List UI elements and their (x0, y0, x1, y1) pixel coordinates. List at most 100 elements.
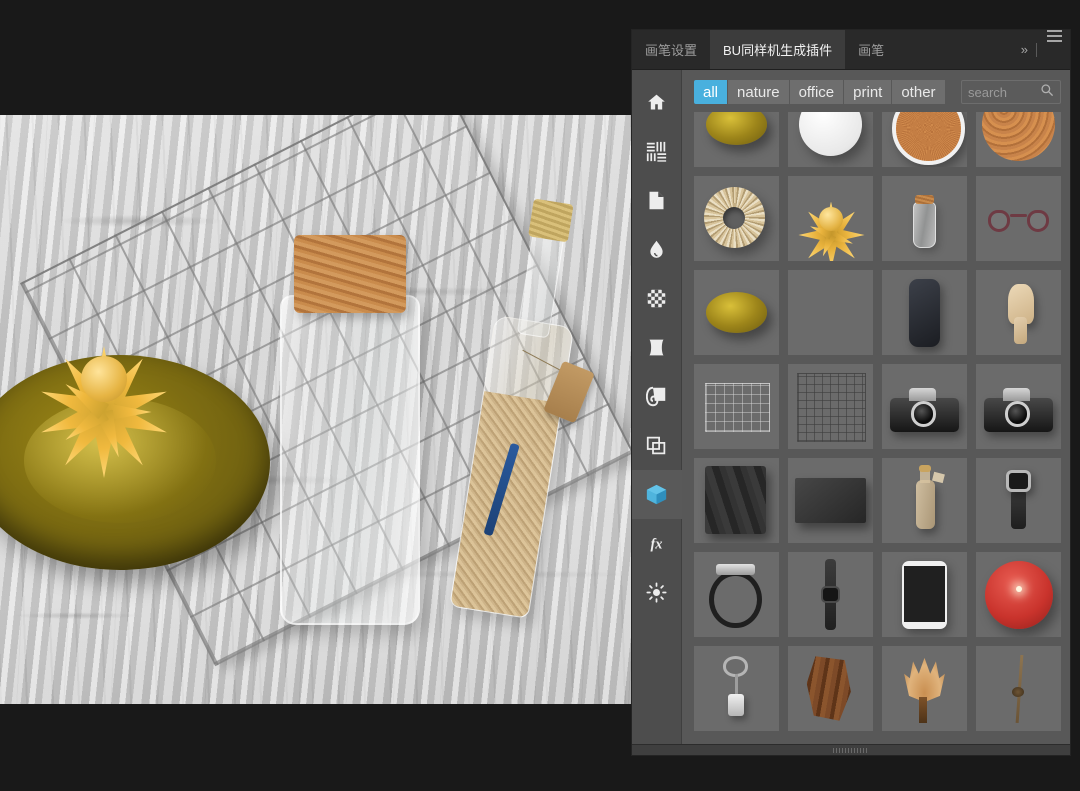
rail-item-patterns[interactable] (632, 127, 682, 176)
mockup-thumb-wooden-hand-model[interactable] (976, 270, 1061, 355)
rail-item-layers[interactable] (632, 421, 682, 470)
mockup-thumb-black-smartphone[interactable] (882, 270, 967, 355)
rail-item-fabric[interactable] (632, 323, 682, 372)
category-rail: fx (631, 70, 682, 744)
droplet-icon (646, 239, 667, 260)
mockup-thumb-smartwatch-b[interactable] (788, 552, 873, 637)
mockup-thumb-wire-grid-light[interactable] (694, 364, 779, 449)
mockup-thumb-white-smartphone[interactable] (788, 270, 873, 355)
mockup-thumb-film-camera-a[interactable] (882, 364, 967, 449)
glass-jar-cork-thumbnail-art (882, 176, 967, 261)
filter-chip-print[interactable]: print (844, 80, 893, 104)
panel-content: all nature office print other (682, 70, 1070, 744)
wire-grid-light-thumbnail-art (694, 364, 779, 449)
search-icon (1040, 83, 1054, 102)
rail-item-home[interactable] (632, 78, 682, 127)
pattern-stripes-icon (646, 141, 667, 162)
mockup-thumb-slate-board[interactable] (788, 458, 873, 543)
rail-item-liquid[interactable] (632, 225, 682, 274)
wooden-hand-model-thumbnail-art (976, 270, 1061, 355)
hamburger-menu-icon[interactable] (1039, 30, 1070, 69)
message-bottle-thumbnail-art (882, 458, 967, 543)
checkerboard-icon (646, 288, 667, 309)
mockup-grid (694, 112, 1061, 731)
mockup-thumb-gold-oval-dish[interactable] (694, 270, 779, 355)
tab-brush-settings[interactable]: 画笔设置 (632, 30, 710, 69)
mockup-thumb-tablet-device[interactable] (882, 552, 967, 637)
filter-chip-all[interactable]: all (694, 80, 729, 104)
search-input[interactable] (968, 84, 1040, 100)
search-box[interactable] (961, 80, 1061, 104)
document-canvas[interactable] (0, 115, 632, 704)
tablet-device-thumbnail-art (882, 552, 967, 637)
plugin-panel: 画笔设置 BU同样机生成插件 画笔 » fx all nature office… (631, 30, 1070, 755)
paper-page-icon (646, 190, 667, 211)
mockup-thumb-message-bottle[interactable] (882, 458, 967, 543)
glass-jar-object (280, 235, 420, 625)
smartwatch-b-thumbnail-art (788, 552, 873, 637)
mockup-thumb-wire-grid-dark[interactable] (788, 364, 873, 449)
mockup-thumb-cork-round-plate[interactable] (882, 112, 967, 167)
dried-seed-pod-thumbnail-art (882, 646, 967, 731)
gold-oval-dish-thumbnail-art (694, 270, 779, 355)
mockup-grid-scroll[interactable] (682, 112, 1070, 744)
rail-item-3d-mockups[interactable] (631, 470, 682, 519)
svg-text:fx: fx (651, 536, 663, 552)
mockup-thumb-dried-seed-pod[interactable] (882, 646, 967, 731)
mockup-thumb-dried-twig[interactable] (976, 646, 1061, 731)
rail-item-paper[interactable] (632, 176, 682, 225)
toolbar-divider (1036, 42, 1037, 57)
keychain-thumbnail-art (694, 646, 779, 731)
panel-resize-grip[interactable] (833, 747, 869, 753)
cork-round-plate-thumbnail-art (882, 112, 967, 167)
mockup-thumb-cork-texture[interactable] (976, 112, 1061, 167)
expand-panels-button[interactable]: » (1015, 30, 1034, 69)
red-candle-thumbnail-art (976, 552, 1061, 637)
mockup-thumb-gold-bowl-top[interactable] (694, 112, 779, 167)
application-window: 画笔设置 BU同样机生成插件 画笔 » fx all nature office… (0, 0, 1080, 791)
dried-twig-thumbnail-art (976, 646, 1061, 731)
mockup-thumb-fitness-band[interactable] (694, 552, 779, 637)
mockup-thumb-eyeglasses[interactable] (976, 176, 1061, 261)
filter-chip-nature[interactable]: nature (728, 80, 790, 104)
eyeglasses-thumbnail-art (976, 176, 1061, 261)
pillow-shape-icon (646, 337, 667, 358)
twine-ball-thumbnail-art (694, 176, 779, 261)
wire-grid-dark-thumbnail-art (788, 364, 873, 449)
mockup-thumb-smartwatch-a[interactable] (976, 458, 1061, 543)
fx-effects-icon: fx (645, 532, 668, 555)
film-camera-a-thumbnail-art (882, 364, 967, 449)
slate-board-thumbnail-art (788, 458, 873, 543)
rail-item-lighting[interactable] (632, 568, 682, 617)
rail-item-transparency[interactable] (632, 274, 682, 323)
mockup-thumb-red-candle[interactable] (976, 552, 1061, 637)
gold-gift-bow-object (30, 305, 178, 453)
mockup-thumb-white-plate[interactable] (788, 112, 873, 167)
mockup-thumb-glass-jar-cork[interactable] (882, 176, 967, 261)
cork-texture-thumbnail-art (976, 112, 1061, 167)
tab-brush[interactable]: 画笔 (845, 30, 897, 69)
mockup-thumb-tree-bark[interactable] (788, 646, 873, 731)
filter-chip-office[interactable]: office (789, 80, 845, 104)
rail-item-curled-paper[interactable] (632, 372, 682, 421)
film-camera-b-thumbnail-art (976, 364, 1061, 449)
layers-square-icon (646, 435, 667, 456)
rail-item-effects[interactable]: fx (632, 519, 682, 568)
tree-bark-thumbnail-art (788, 646, 873, 731)
fitness-band-thumbnail-art (694, 552, 779, 637)
mockup-thumb-film-camera-b[interactable] (976, 364, 1061, 449)
curled-paper-icon (646, 386, 667, 407)
panel-tab-bar: 画笔设置 BU同样机生成插件 画笔 » (632, 30, 1070, 70)
filter-bar: all nature office print other (682, 70, 1070, 112)
mockup-thumb-keychain[interactable] (694, 646, 779, 731)
mockup-thumb-gold-gift-bow[interactable] (788, 176, 873, 261)
mockup-thumb-black-cloth[interactable] (694, 458, 779, 543)
black-cloth-thumbnail-art (694, 458, 779, 543)
mockup-thumb-twine-ball[interactable] (694, 176, 779, 261)
white-plate-thumbnail-art (788, 112, 873, 167)
tab-bu-generator-plugin[interactable]: BU同样机生成插件 (710, 30, 846, 69)
filter-chip-other[interactable]: other (892, 80, 946, 104)
tab-bar-spacer (897, 30, 1015, 69)
gold-bowl-top-thumbnail-art (694, 112, 779, 167)
smartwatch-a-thumbnail-art (976, 458, 1061, 543)
